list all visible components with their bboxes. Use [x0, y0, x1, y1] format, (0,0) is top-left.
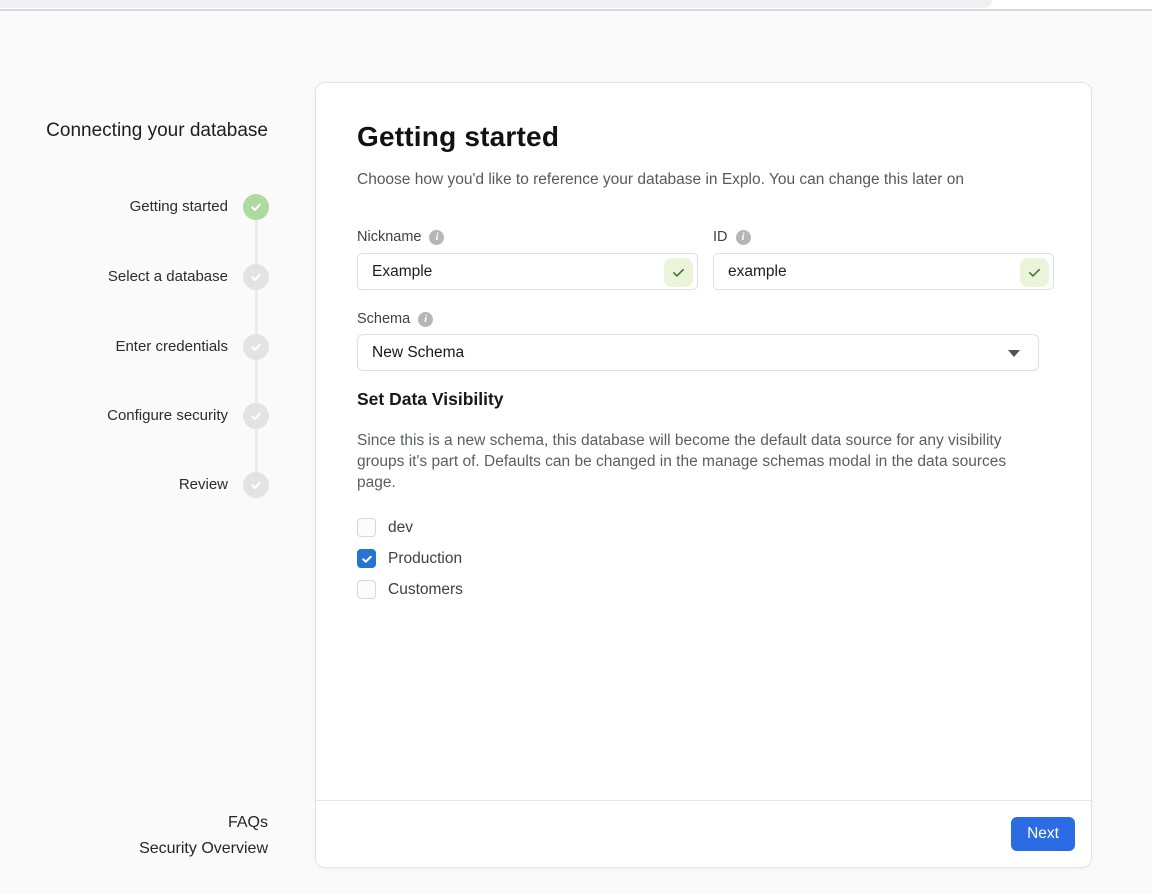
checkbox-customers[interactable]	[357, 580, 376, 599]
step-label: Enter credentials	[18, 337, 228, 357]
checkbox-label: Production	[388, 550, 462, 568]
valid-check-icon	[1020, 258, 1049, 287]
info-icon[interactable]: i	[429, 230, 444, 245]
id-label: ID	[713, 229, 728, 245]
checkbox-label: dev	[388, 519, 413, 537]
card-title: Getting started	[357, 121, 559, 153]
data-visibility-heading: Set Data Visibility	[357, 389, 504, 410]
visibility-group-row-production: Production	[357, 548, 463, 569]
data-visibility-description: Since this is a new schema, this databas…	[357, 430, 1047, 493]
id-input[interactable]: example	[713, 253, 1054, 290]
schema-selected-value: New Schema	[372, 344, 464, 362]
step-check-icon	[243, 264, 269, 290]
id-value: example	[728, 263, 787, 281]
wizard-sidebar: Connecting your database Getting started…	[0, 0, 315, 894]
sidebar-footer-links: FAQs Security Overview	[0, 810, 268, 862]
chevron-down-icon	[1008, 350, 1020, 357]
step-label: Getting started	[18, 197, 228, 217]
id-label-row: ID i	[713, 229, 751, 245]
step-check-icon	[243, 472, 269, 498]
step-label: Select a database	[18, 267, 228, 287]
step-check-icon	[243, 194, 269, 220]
info-icon[interactable]: i	[736, 230, 751, 245]
checkbox-production[interactable]	[357, 549, 376, 568]
sidebar-step-getting-started[interactable]: Getting started	[0, 194, 269, 220]
nickname-label: Nickname	[357, 229, 421, 245]
info-icon[interactable]: i	[418, 312, 433, 327]
step-label: Review	[18, 475, 228, 495]
valid-check-icon	[664, 258, 693, 287]
schema-select[interactable]: New Schema	[357, 334, 1039, 371]
schema-label: Schema	[357, 311, 410, 327]
visibility-group-row-customers: Customers	[357, 579, 463, 600]
sidebar-step-enter-credentials[interactable]: Enter credentials	[0, 334, 269, 360]
visibility-group-row-dev: dev	[357, 517, 463, 538]
getting-started-card: Getting started Choose how you'd like to…	[315, 82, 1092, 868]
nickname-label-row: Nickname i	[357, 229, 444, 245]
nickname-value: Example	[372, 263, 432, 281]
security-overview-link[interactable]: Security Overview	[0, 836, 268, 862]
step-check-icon	[243, 334, 269, 360]
nickname-input[interactable]: Example	[357, 253, 698, 290]
step-label: Configure security	[18, 406, 228, 426]
next-button[interactable]: Next	[1011, 817, 1075, 851]
checkbox-label: Customers	[388, 581, 463, 599]
sidebar-step-configure-security[interactable]: Configure security	[0, 403, 269, 429]
sidebar-title: Connecting your database	[0, 118, 268, 144]
checkbox-dev[interactable]	[357, 518, 376, 537]
step-check-icon	[243, 403, 269, 429]
sidebar-step-select-database[interactable]: Select a database	[0, 264, 269, 290]
faqs-link[interactable]: FAQs	[0, 810, 268, 836]
visibility-group-list: dev Production Customers	[357, 517, 463, 610]
card-subtitle: Choose how you'd like to reference your …	[357, 169, 1057, 191]
sidebar-step-review[interactable]: Review	[0, 472, 269, 498]
schema-label-row: Schema i	[357, 311, 433, 327]
card-footer: Next	[316, 800, 1091, 867]
